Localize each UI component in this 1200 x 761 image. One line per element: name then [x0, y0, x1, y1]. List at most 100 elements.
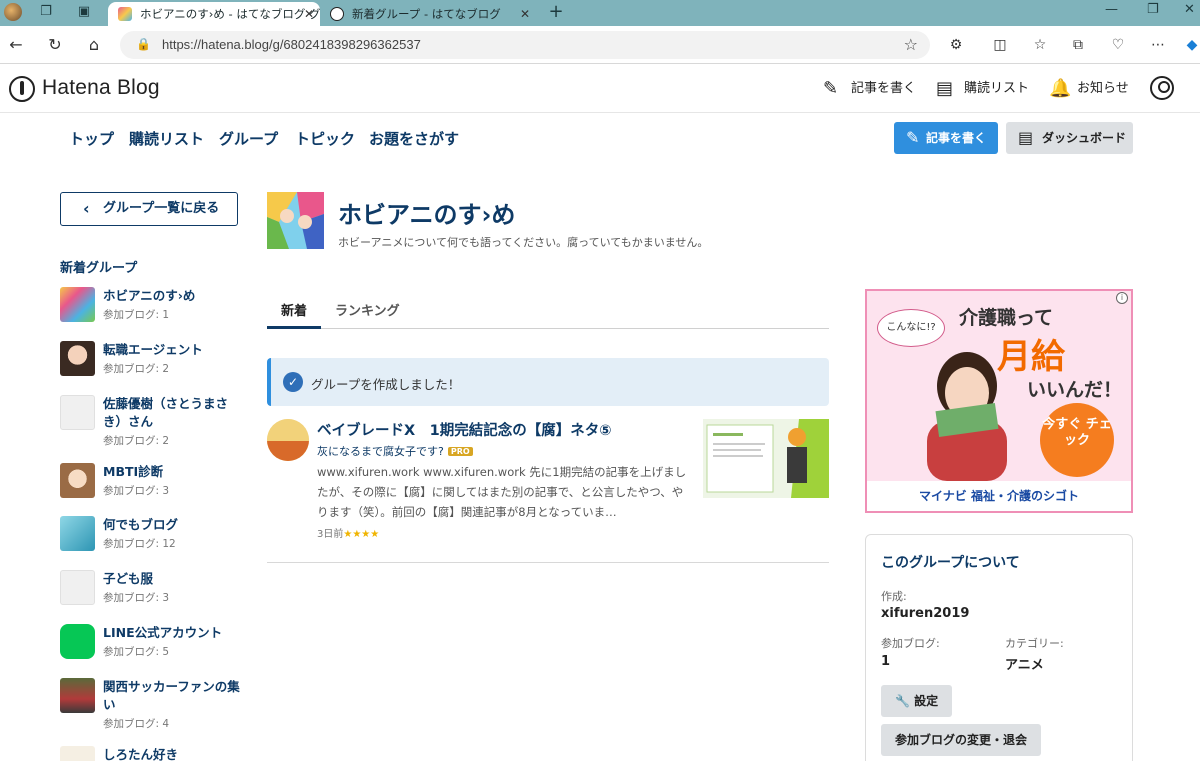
- group-tabs: 新着 ランキング: [267, 290, 829, 329]
- group-count: 参加ブログ: 1: [103, 309, 170, 321]
- entry-meta: 3日前★★★★: [317, 525, 379, 540]
- dashboard-label: ダッシュボード: [1042, 131, 1127, 145]
- group-name[interactable]: 関西サッカーファンの集い: [103, 678, 240, 714]
- pencil-icon: ✎: [906, 128, 920, 147]
- close-icon[interactable]: ✕: [520, 2, 530, 26]
- group-name[interactable]: 佐藤優樹（さとうまさき）さん: [103, 395, 240, 431]
- back-icon[interactable]: ←: [6, 35, 26, 55]
- group-name[interactable]: MBTI診断: [103, 463, 240, 481]
- entry-blog-name[interactable]: 灰になるまで腐女子です? PRO: [317, 443, 473, 459]
- hatena-logo-icon[interactable]: [9, 76, 35, 102]
- settings-button[interactable]: 🔧 設定: [881, 685, 953, 717]
- header-reading-list-label: 購読リスト: [964, 81, 1030, 96]
- tab-actions-icon[interactable]: ▣: [76, 4, 92, 20]
- group-name[interactable]: 転職エージェント: [103, 341, 240, 359]
- check-icon: ✓: [283, 372, 303, 392]
- url-text: https://hatena.blog/g/680241839829636253…: [162, 37, 421, 52]
- dashboard-button[interactable]: ▤ ダッシュボード: [1006, 122, 1133, 154]
- ad-cta-button[interactable]: 今すぐ チェック: [1040, 403, 1114, 477]
- profile-avatar[interactable]: [4, 3, 22, 21]
- advertisement-banner[interactable]: i こんなに!? 介護職って 月給 いいんだ！ 今すぐ チェック マイナビ 福祉…: [865, 289, 1133, 513]
- close-icon[interactable]: ✕: [304, 2, 314, 26]
- header-reading-list-link[interactable]: ▤ 購読リスト: [936, 78, 1029, 100]
- minimize-icon[interactable]: —: [1105, 2, 1118, 17]
- subnav-groups[interactable]: グループ: [219, 128, 278, 149]
- subnav-topics[interactable]: トピック: [295, 128, 355, 149]
- ad-headline-3: いいんだ！: [1027, 379, 1123, 401]
- tab-new-groups[interactable]: 新着グループ - はてなブログ ✕: [320, 2, 536, 26]
- pro-badge: PRO: [447, 447, 473, 456]
- restore-icon[interactable]: ❐: [1147, 2, 1159, 17]
- more-menu-icon[interactable]: ⋯: [1148, 35, 1168, 55]
- pencil-icon: ✎: [823, 78, 839, 99]
- user-menu-icon[interactable]: [1150, 76, 1174, 100]
- home-icon[interactable]: ⌂: [84, 35, 104, 55]
- subnav-top[interactable]: トップ: [69, 128, 114, 149]
- group-thumbnail: [60, 341, 95, 376]
- site-logo[interactable]: Hatena Blog: [42, 76, 160, 100]
- browser-essentials-icon[interactable]: ♡: [1108, 35, 1128, 55]
- favorites-icon[interactable]: ☆: [1030, 35, 1050, 55]
- write-article-button[interactable]: ✎ 記事を書く: [894, 122, 998, 154]
- tab-new[interactable]: 新着: [281, 300, 307, 319]
- blogs-label: 参加ブログ:: [881, 637, 940, 650]
- workspaces-icon[interactable]: ❐: [38, 4, 54, 20]
- url-input[interactable]: 🔒 https://hatena.blog/g/6802418398296362…: [120, 31, 930, 59]
- divider: [267, 562, 829, 563]
- favorite-star-icon[interactable]: ☆: [904, 35, 918, 54]
- group-count: 参加ブログ: 2: [103, 435, 170, 447]
- creator-value[interactable]: xifuren2019: [881, 606, 969, 621]
- group-created-notice: ✓ グループを作成しました！: [267, 358, 829, 406]
- line-logo-icon: [60, 624, 95, 659]
- ad-person-illustration: [927, 352, 1007, 481]
- blogs-value: 1: [881, 654, 891, 669]
- tab-title: ホビアニのす›め - はてなブログ グループ: [140, 7, 320, 21]
- ad-info-icon[interactable]: i: [1116, 292, 1128, 304]
- copilot-icon[interactable]: ◆: [1182, 35, 1200, 55]
- entry-title-link[interactable]: ベイブレードX 1期完結記念の【腐】ネタ⑤: [317, 419, 612, 440]
- group-count: 参加ブログ: 3: [103, 592, 170, 604]
- header-notifications-label: お知らせ: [1077, 81, 1129, 96]
- blog-avatar[interactable]: [267, 419, 309, 461]
- category-value[interactable]: アニメ: [1005, 654, 1044, 673]
- reload-icon[interactable]: ↻: [45, 35, 65, 55]
- group-count: 参加ブログ: 3: [103, 485, 170, 497]
- ad-brand-footer: マイナビ 福祉・介護のシゴト: [867, 481, 1131, 511]
- group-count: 参加ブログ: 4: [103, 718, 170, 730]
- group-thumbnail: [60, 287, 95, 322]
- group-name[interactable]: 子ども服: [103, 570, 240, 588]
- dashboard-icon: ▤: [1018, 128, 1034, 147]
- collections-icon[interactable]: ⧉: [1068, 35, 1088, 55]
- group-name[interactable]: 何でもブログ: [103, 516, 240, 534]
- new-tab-icon[interactable]: +: [548, 3, 564, 21]
- subnav-find-topics[interactable]: お題をさがす: [369, 128, 459, 149]
- split-screen-icon[interactable]: ◫: [990, 35, 1010, 55]
- star-icon[interactable]: ★★★★: [343, 529, 379, 540]
- tab-hobiani-group[interactable]: ホビアニのす›め - はてなブログ グループ ✕: [108, 2, 320, 26]
- tab-ranking[interactable]: ランキング: [335, 300, 400, 319]
- header-notifications-link[interactable]: 🔔 お知らせ: [1049, 78, 1129, 100]
- group-thumbnail: [60, 570, 95, 605]
- group-count: 参加ブログ: 12: [103, 538, 176, 550]
- group-name[interactable]: しろたん好き: [103, 746, 240, 761]
- extensions-icon[interactable]: ⚙: [946, 35, 966, 55]
- group-name[interactable]: LINE公式アカウント: [103, 624, 240, 642]
- subnav-reading-list[interactable]: 購読リスト: [129, 128, 204, 149]
- group-count: 参加ブログ: 2: [103, 363, 170, 375]
- browser-tab-bar: ❐ ▣ ホビアニのす›め - はてなブログ グループ ✕ 新着グループ - はて…: [0, 0, 1200, 26]
- header-write-link[interactable]: ✎ 記事を書く: [823, 78, 916, 100]
- inbox-icon: ▤: [936, 78, 954, 99]
- group-name[interactable]: ホビアニのす›め: [103, 287, 240, 305]
- notice-text: グループを作成しました！: [311, 377, 461, 392]
- entry-blog-label: 灰になるまで腐女子です?: [317, 445, 444, 458]
- header-write-label: 記事を書く: [851, 81, 917, 96]
- manage-blogs-button[interactable]: 参加ブログの変更・退会: [881, 724, 1042, 756]
- group-thumbnail: [60, 463, 95, 498]
- active-tab-indicator: [267, 326, 321, 329]
- group-thumbnail: [60, 678, 95, 713]
- tab-title: 新着グループ - はてなブログ: [352, 7, 501, 21]
- entry-thumbnail[interactable]: [703, 419, 829, 498]
- window-close-icon[interactable]: ✕: [1184, 2, 1195, 17]
- back-to-groups-button[interactable]: ‹ グループ一覧に戻る: [60, 192, 238, 226]
- about-group-card: このグループについて 作成: xifuren2019 参加ブログ: 1 カテゴリ…: [865, 534, 1133, 761]
